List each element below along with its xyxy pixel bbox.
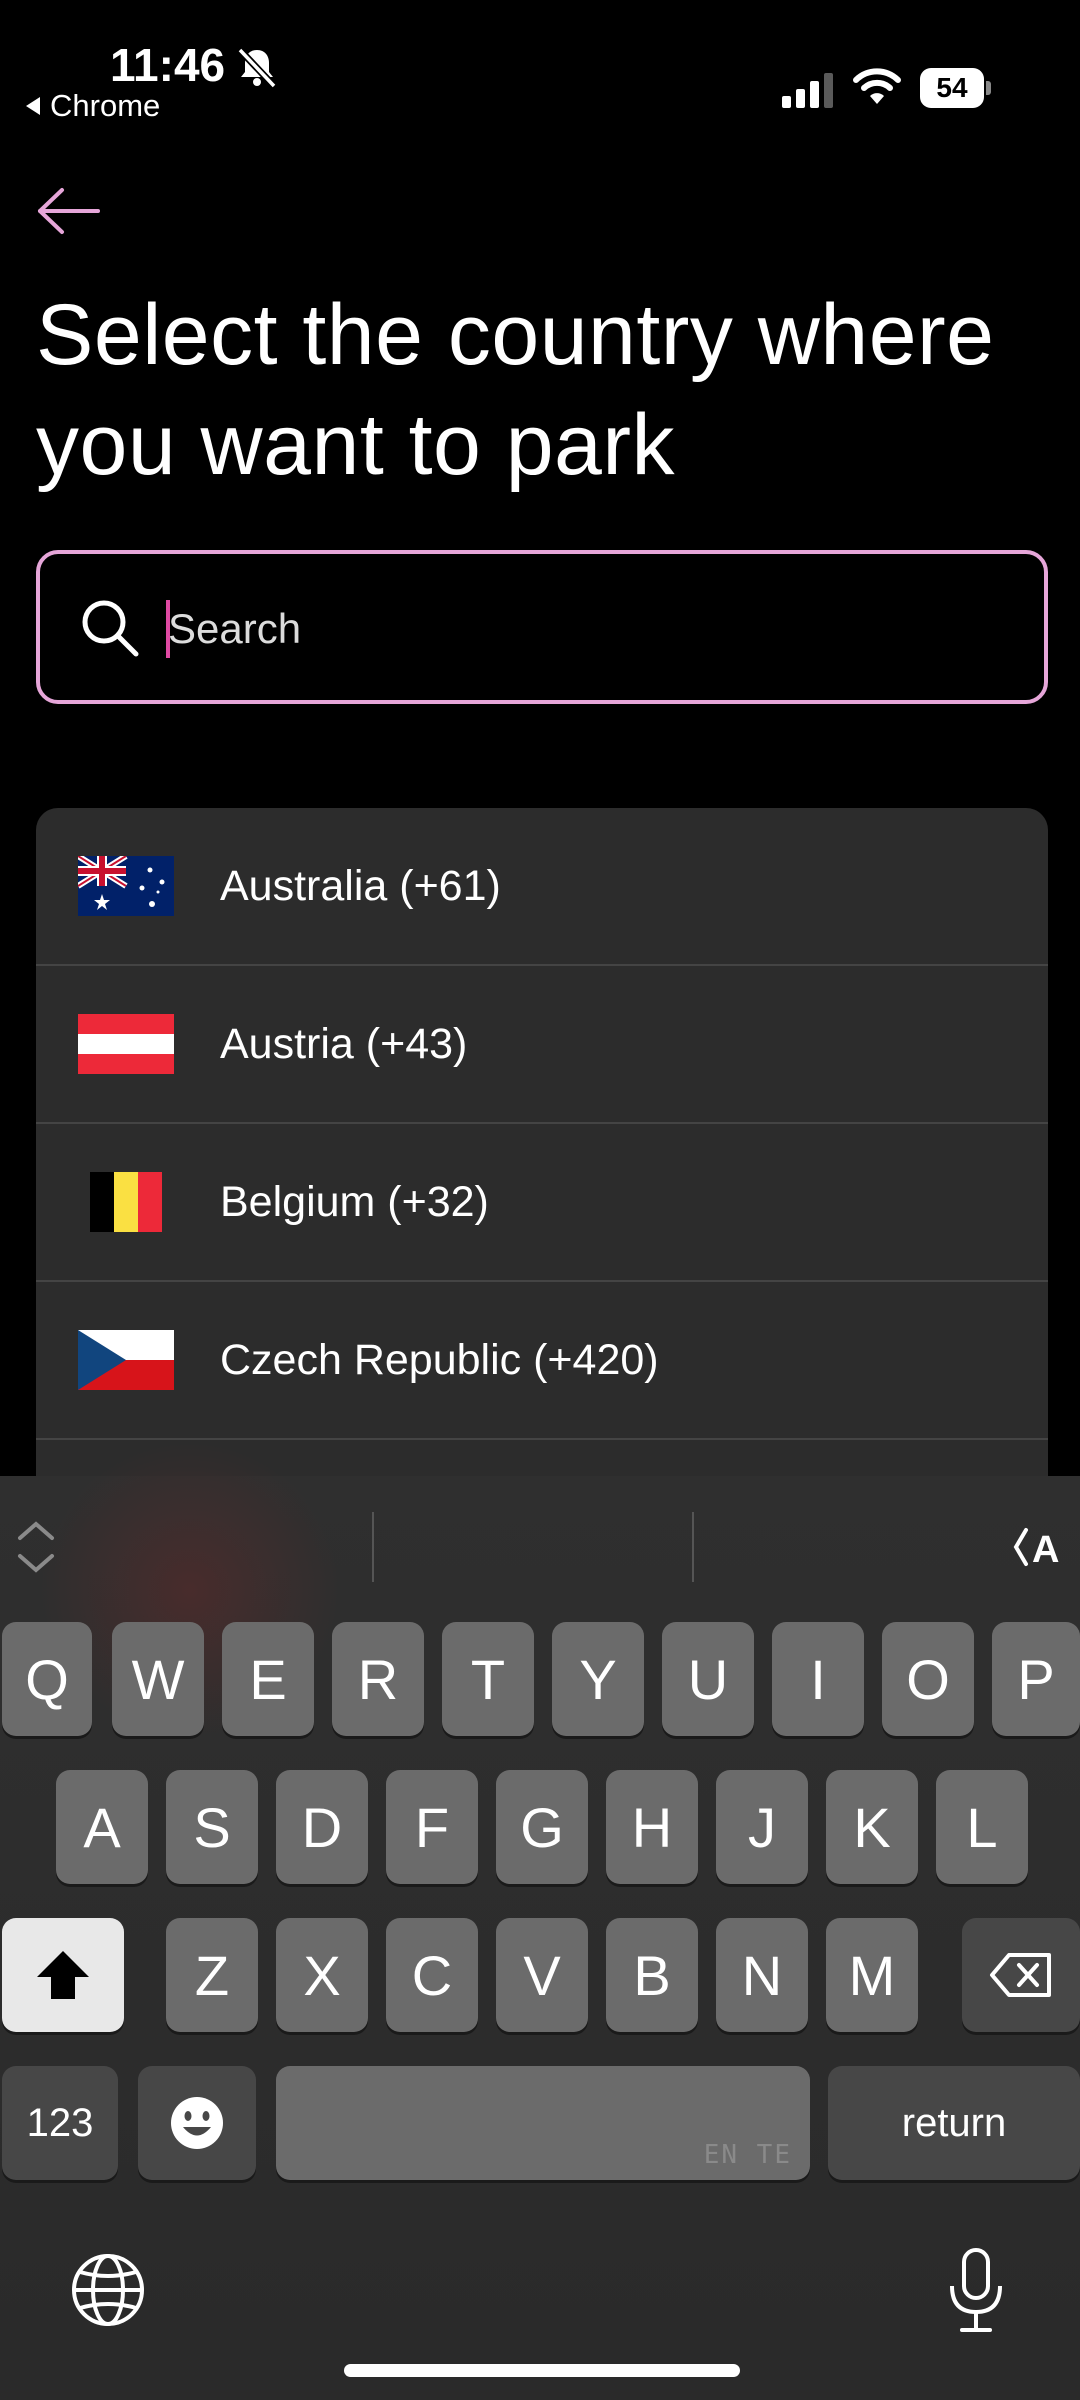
key-n[interactable]: N (716, 1918, 808, 2032)
key-d[interactable]: D (276, 1770, 368, 1884)
page-title: Select the country where you want to par… (36, 287, 995, 493)
key-q[interactable]: Q (2, 1622, 92, 1736)
search-input[interactable] (168, 596, 968, 662)
home-indicator[interactable] (344, 2364, 740, 2377)
search-icon (82, 600, 139, 657)
space-language-label: EN TE (703, 2140, 792, 2170)
key-i[interactable]: I (772, 1622, 864, 1736)
microphone-icon[interactable] (946, 2246, 1006, 2336)
key-x[interactable]: X (276, 1918, 368, 2032)
emoji-icon (171, 2097, 223, 2149)
key-h[interactable]: H (606, 1770, 698, 1884)
list-item-czech-republic[interactable]: Czech Republic (+420) (36, 1282, 1048, 1440)
back-to-app-button[interactable]: Chrome (26, 88, 160, 124)
suggestion-divider (372, 1512, 374, 1582)
country-label: Belgium (+32) (220, 1177, 489, 1226)
key-o[interactable]: O (882, 1622, 974, 1736)
svg-text:A: A (1032, 1529, 1059, 1571)
list-item-australia[interactable]: Australia (+61) (36, 808, 1048, 966)
shift-arrow-icon (37, 1951, 89, 1999)
list-item-belgium[interactable]: Belgium (+32) (36, 1124, 1048, 1282)
globe-icon[interactable] (68, 2250, 148, 2330)
key-p[interactable]: P (992, 1622, 1080, 1736)
key-s[interactable]: S (166, 1770, 258, 1884)
backspace-key[interactable] (962, 1918, 1080, 2032)
key-w[interactable]: W (112, 1622, 204, 1736)
country-label: Austria (+43) (220, 1019, 468, 1068)
key-f[interactable]: F (386, 1770, 478, 1884)
key-e[interactable]: E (222, 1622, 314, 1736)
key-y[interactable]: Y (552, 1622, 644, 1736)
space-key[interactable]: EN TE (276, 2066, 810, 2180)
country-label: Australia (+61) (220, 861, 501, 910)
wifi-icon (853, 68, 901, 104)
key-u[interactable]: U (662, 1622, 754, 1736)
czech-flag-icon (78, 1330, 174, 1390)
country-label: Czech Republic (+420) (220, 1335, 659, 1384)
key-r[interactable]: R (332, 1622, 424, 1736)
country-list: Australia (+61) Austria (+43) Belgium (+… (36, 808, 1048, 1488)
key-c[interactable]: C (386, 1918, 478, 2032)
key-v[interactable]: V (496, 1918, 588, 2032)
list-item-austria[interactable]: Austria (+43) (36, 966, 1048, 1124)
key-m[interactable]: M (826, 1918, 918, 2032)
back-app-label: Chrome (50, 88, 161, 123)
key-g[interactable]: G (496, 1770, 588, 1884)
numbers-key[interactable]: 123 (2, 2066, 118, 2180)
shift-key[interactable] (2, 1918, 124, 2032)
belgium-flag-icon (90, 1172, 162, 1232)
return-key[interactable]: return (828, 2066, 1080, 2180)
key-k[interactable]: K (826, 1770, 918, 1884)
key-a[interactable]: A (56, 1770, 148, 1884)
key-j[interactable]: J (716, 1770, 808, 1884)
expand-suggestions-icon[interactable] (14, 1516, 58, 1578)
key-t[interactable]: T (442, 1622, 534, 1736)
bell-muted-icon (237, 47, 277, 89)
back-arrow-icon[interactable] (36, 186, 102, 236)
text-replacement-icon[interactable]: A (1010, 1522, 1072, 1572)
status-time: 11:46 (110, 39, 226, 91)
cellular-signal-icon (782, 73, 833, 108)
australia-flag-icon (78, 856, 174, 916)
battery-indicator: 54 (920, 68, 991, 108)
suggestion-divider (692, 1512, 694, 1582)
battery-level: 54 (920, 68, 984, 108)
key-l[interactable]: L (936, 1770, 1028, 1884)
backspace-icon (990, 1953, 1051, 1997)
key-b[interactable]: B (606, 1918, 698, 2032)
key-z[interactable]: Z (166, 1918, 258, 2032)
text-caret (166, 600, 170, 658)
emoji-key[interactable] (138, 2066, 256, 2180)
back-triangle-icon (26, 97, 40, 115)
austria-flag-icon (78, 1014, 174, 1074)
